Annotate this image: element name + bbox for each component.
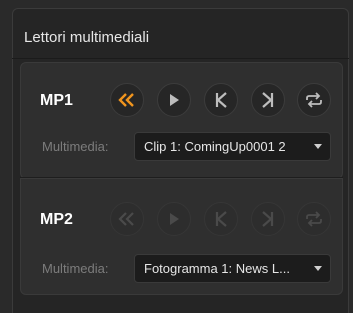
mp2-loop-button[interactable] xyxy=(297,202,331,236)
mp1-rewind-button[interactable] xyxy=(110,83,144,117)
mp1-previous-button[interactable] xyxy=(204,83,238,117)
mp2-media-label: Multimedia: xyxy=(42,261,109,276)
chevron-down-icon xyxy=(314,266,322,271)
mp1-next-button[interactable] xyxy=(251,83,285,117)
next-icon xyxy=(262,92,274,108)
title-divider xyxy=(12,58,349,59)
mp1-media-dropdown[interactable]: Clip 1: ComingUp0001 2 xyxy=(134,132,331,161)
panel-title: Lettori multimediali xyxy=(24,29,150,46)
loop-icon xyxy=(306,92,322,108)
mp2-label: MP2 xyxy=(40,211,73,228)
play-icon xyxy=(170,94,179,106)
mp2-previous-button[interactable] xyxy=(204,202,238,236)
previous-icon xyxy=(215,211,227,227)
chevron-down-icon xyxy=(314,144,322,149)
play-icon xyxy=(170,213,179,225)
loop-icon xyxy=(306,211,322,227)
next-icon xyxy=(262,211,274,227)
mp1-play-button[interactable] xyxy=(157,83,191,117)
mp2-next-button[interactable] xyxy=(251,202,285,236)
mp1-media-label: Multimedia: xyxy=(42,139,109,154)
rewind-icon xyxy=(118,93,134,107)
mp2-play-button[interactable] xyxy=(157,202,191,236)
rewind-icon xyxy=(118,212,134,226)
mp1-media-value: Clip 1: ComingUp0001 2 xyxy=(144,139,286,154)
mp2-media-dropdown[interactable]: Fotogramma 1: News L... xyxy=(134,254,331,283)
previous-icon xyxy=(215,92,227,108)
mp2-rewind-button[interactable] xyxy=(110,202,144,236)
mp1-label: MP1 xyxy=(40,92,73,109)
media-player-1 xyxy=(20,62,343,179)
mp2-media-value: Fotogramma 1: News L... xyxy=(144,261,290,276)
mp1-loop-button[interactable] xyxy=(297,83,331,117)
